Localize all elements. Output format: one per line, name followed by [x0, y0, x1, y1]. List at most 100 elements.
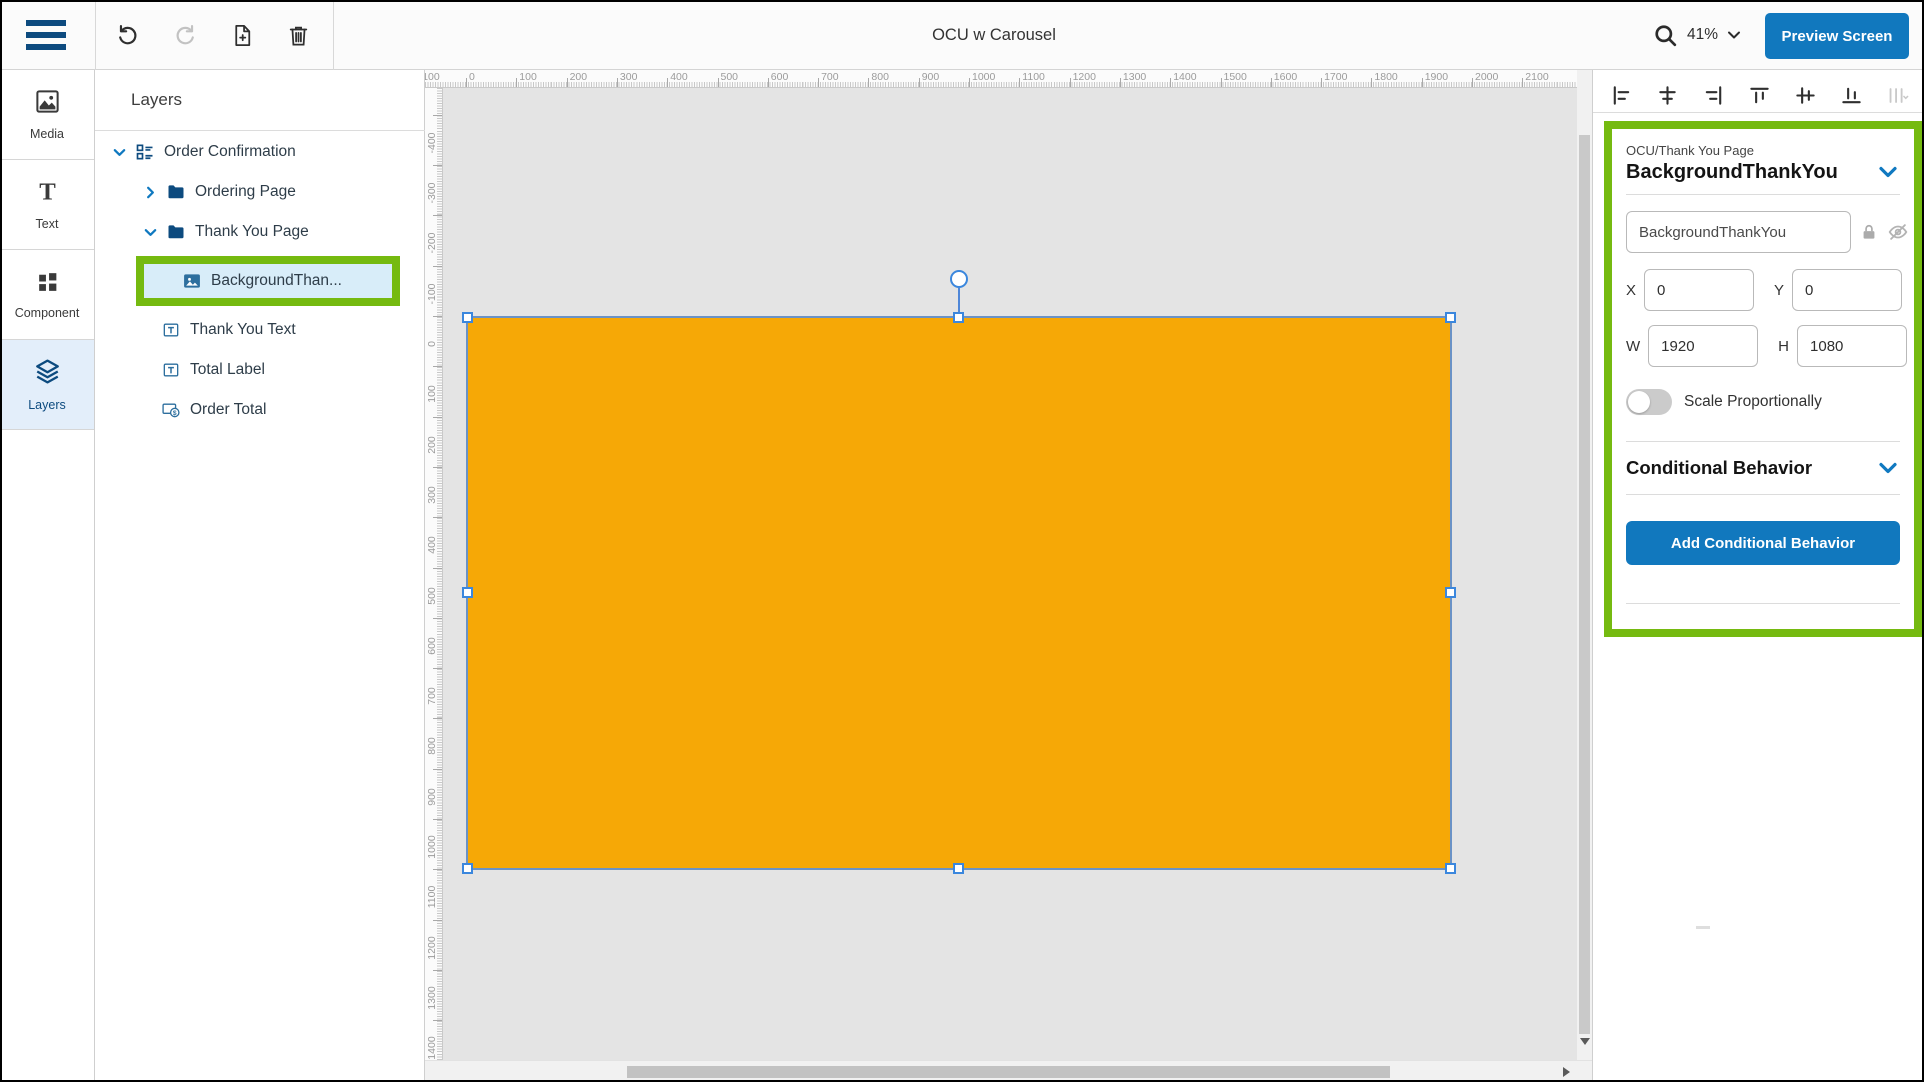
collapse-section-chevron-icon[interactable] [1876, 456, 1900, 480]
lock-icon[interactable] [1859, 221, 1879, 243]
tree-chevron-down-icon[interactable] [111, 144, 127, 160]
sidebar-item-component[interactable]: Component [0, 250, 94, 340]
toolbar-divider [95, 0, 96, 70]
ruler-label: 1200 [1073, 71, 1096, 83]
collapse-section-chevron-icon[interactable] [1876, 160, 1900, 184]
horizontal-scrollbar-thumb[interactable] [627, 1066, 1390, 1078]
tree-indent-spacer [137, 322, 153, 338]
ruler-major-tick [667, 78, 668, 87]
visibility-off-icon[interactable] [1887, 221, 1909, 243]
new-file-button[interactable] [229, 22, 255, 48]
layer-row-order-total[interactable]: $Order Total [95, 392, 425, 428]
top-toolbar: OCU w Carousel 41% Preview Screen [0, 0, 1924, 70]
ruler-label: 1700 [1324, 71, 1347, 83]
resize-handle-s[interactable] [953, 863, 964, 874]
preview-screen-button[interactable]: Preview Screen [1765, 13, 1909, 59]
zoom-control[interactable]: 41% [1652, 14, 1742, 56]
layer-row-ordering-page[interactable]: Ordering Page [95, 174, 425, 210]
selected-object-title: BackgroundThankYou [1626, 161, 1838, 184]
divider [1593, 112, 1924, 113]
align-right-icon[interactable] [1701, 83, 1725, 107]
delete-button[interactable] [285, 22, 311, 48]
vertical-scrollbar-thumb[interactable] [1579, 135, 1590, 1034]
align-left-icon[interactable] [1609, 83, 1633, 107]
horizontal-scrollbar[interactable] [425, 1060, 1592, 1082]
resize-handle-se[interactable] [1445, 863, 1456, 874]
panel-dash [1696, 926, 1710, 929]
design-canvas[interactable]: -100010020030040050060070080090010001100… [425, 70, 1592, 1082]
zoom-level-value: 41% [1687, 26, 1718, 44]
tree-chevron-down-icon[interactable] [142, 224, 158, 240]
y-input[interactable] [1792, 269, 1902, 311]
ruler-label: 1400 [426, 1028, 438, 1060]
ruler-label: 500 [426, 576, 438, 616]
vertical-scrollbar[interactable] [1577, 70, 1592, 1060]
resize-handle-w[interactable] [462, 587, 473, 598]
width-input[interactable] [1648, 325, 1758, 367]
ruler-major-tick [1019, 78, 1020, 87]
ruler-label: 2100 [1525, 71, 1548, 83]
ruler-major-tick [433, 668, 442, 669]
ruler-major-tick [433, 165, 442, 166]
layer-label: Thank You Page [195, 223, 309, 241]
layer-row-thank-you-text[interactable]: Thank You Text [95, 312, 425, 348]
layers-icon [33, 357, 62, 391]
svg-text:$: $ [172, 410, 176, 417]
scale-proportionally-toggle[interactable] [1626, 389, 1672, 415]
resize-handle-e[interactable] [1445, 587, 1456, 598]
object-name-input[interactable] [1626, 211, 1851, 253]
ruler-major-tick [567, 78, 568, 87]
layer-row-backgroundthan-[interactable]: BackgroundThan... [144, 264, 392, 298]
ruler-major-tick [433, 819, 442, 820]
ruler-label: 1300 [1123, 71, 1146, 83]
document-title: OCU w Carousel [932, 0, 1056, 70]
align-center-horizontal-icon[interactable] [1655, 83, 1679, 107]
align-top-icon[interactable] [1747, 83, 1771, 107]
folder-icon [165, 182, 186, 203]
rotation-handle[interactable] [950, 270, 968, 288]
x-input[interactable] [1644, 269, 1754, 311]
selected-canvas-object-background[interactable] [466, 316, 1452, 870]
height-input[interactable] [1797, 325, 1907, 367]
divider [1626, 441, 1900, 442]
redo-icon [172, 22, 198, 48]
resize-handle-nw[interactable] [462, 312, 473, 323]
sidebar-item-media[interactable]: Media [0, 70, 94, 160]
component-icon [35, 269, 60, 299]
ruler-label: 700 [821, 71, 839, 83]
ruler-major-tick [433, 517, 442, 518]
resize-handle-sw[interactable] [462, 863, 473, 874]
ruler-major-tick [868, 78, 869, 87]
scroll-down-arrow-icon[interactable] [1580, 1038, 1590, 1045]
add-conditional-behavior-button[interactable]: Add Conditional Behavior [1626, 521, 1900, 565]
ruler-label: 1600 [1274, 71, 1297, 83]
ruler-label: 1000 [426, 827, 438, 867]
scroll-right-arrow-icon[interactable] [1563, 1067, 1570, 1077]
ruler-label: 1500 [1224, 71, 1247, 83]
undo-button[interactable] [115, 22, 141, 48]
ruler-label: 800 [871, 71, 889, 83]
layer-label: Total Label [190, 361, 265, 379]
ruler-major-tick [1120, 78, 1121, 87]
hamburger-menu-icon[interactable] [26, 20, 66, 50]
text-layer-icon [160, 360, 181, 381]
tree-chevron-right-icon[interactable] [142, 184, 158, 200]
resize-handle-n[interactable] [953, 312, 964, 323]
layer-row-order-confirmation[interactable]: Order Confirmation [95, 134, 425, 170]
ruler-major-tick [433, 568, 442, 569]
h-label: H [1778, 338, 1789, 355]
sidebar-item-text[interactable]: TText [0, 160, 94, 250]
ruler-major-tick [1472, 78, 1473, 87]
ruler-major-tick [433, 1020, 442, 1021]
redo-button[interactable] [172, 22, 198, 48]
ruler-label: 1400 [1173, 71, 1196, 83]
layer-row-thank-you-page[interactable]: Thank You Page [95, 214, 425, 250]
align-bottom-icon[interactable] [1839, 83, 1863, 107]
align-center-vertical-icon[interactable] [1793, 83, 1817, 107]
sidebar-item-layers[interactable]: Layers [0, 340, 94, 430]
ruler-major-tick [1371, 78, 1372, 87]
resize-handle-ne[interactable] [1445, 312, 1456, 323]
layer-row-total-label[interactable]: Total Label [95, 352, 425, 388]
ruler-major-tick [1170, 78, 1171, 87]
ruler-major-tick [1271, 78, 1272, 87]
